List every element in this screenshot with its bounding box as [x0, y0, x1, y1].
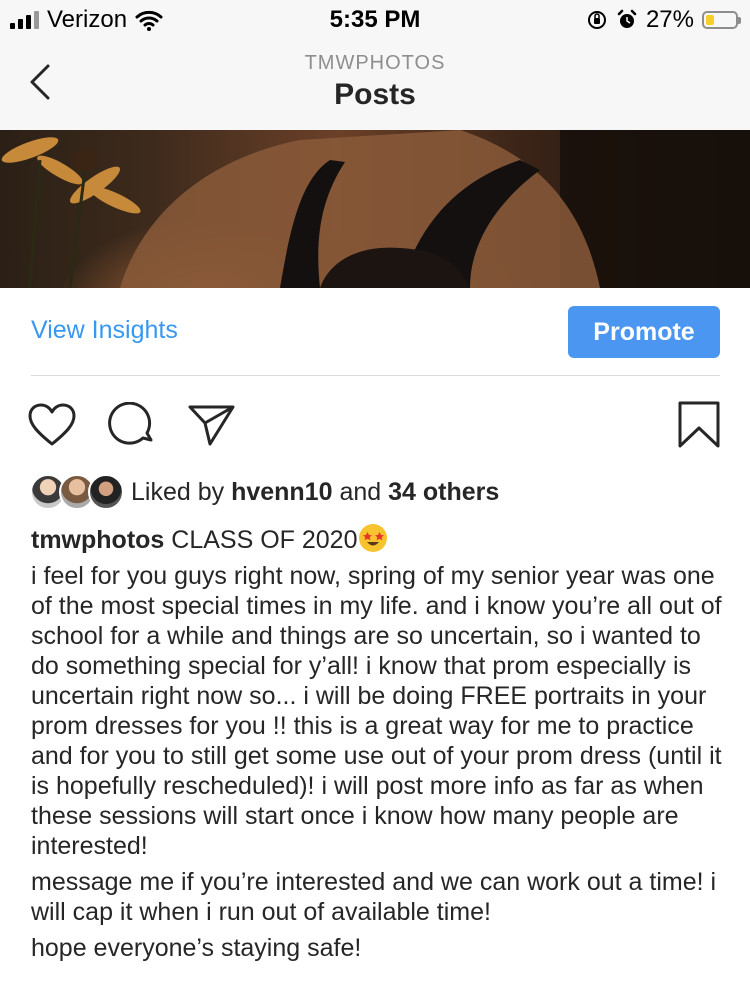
post-caption: tmwphotos CLASS OF 2020 i feel for you g…	[31, 524, 731, 969]
star-struck-emoji-icon	[359, 524, 388, 552]
photo-content	[1, 130, 750, 288]
account-name: TMWPHOTOS	[304, 52, 446, 74]
liked-user-link[interactable]: hvenn10	[231, 478, 332, 506]
promote-button[interactable]: Promote	[568, 306, 720, 358]
like-icon[interactable]	[27, 402, 77, 448]
page-title: Posts	[334, 78, 416, 111]
caption-paragraph: message me if you’re interested and we c…	[31, 868, 717, 926]
battery-icon	[702, 11, 741, 29]
share-icon[interactable]	[187, 402, 237, 448]
battery-percent: 27%	[645, 6, 694, 33]
liked-by-text[interactable]: Liked by hvenn10 and 34 others	[131, 478, 499, 507]
caption-username[interactable]: tmwphotos	[31, 526, 164, 554]
bookmark-icon[interactable]	[677, 400, 721, 450]
post-photo[interactable]	[0, 130, 750, 288]
avatar	[88, 474, 124, 510]
caption-paragraph: i feel for you guys right now, spring of…	[31, 562, 722, 860]
alarm-icon	[617, 9, 637, 28]
status-right: 27%	[586, 6, 741, 34]
view-insights-link[interactable]: View Insights	[31, 316, 178, 345]
nav-header: TMWPHOTOS Posts	[0, 40, 750, 130]
liked-others-link[interactable]: 34 others	[388, 478, 499, 506]
divider	[31, 375, 720, 376]
comment-icon[interactable]	[107, 402, 157, 448]
status-bar: Verizon 5:35 PM 27%	[0, 0, 750, 40]
caption-paragraph: hope everyone’s staying safe!	[31, 934, 362, 962]
caption-first-line: tmwphotos CLASS OF 2020	[31, 524, 731, 555]
liked-prefix: Liked by	[131, 478, 232, 506]
liked-mid: and	[332, 478, 389, 506]
orientation-lock-icon	[587, 11, 606, 29]
liker-avatars[interactable]	[30, 474, 124, 510]
caption-headline: CLASS OF 2020	[164, 526, 358, 554]
